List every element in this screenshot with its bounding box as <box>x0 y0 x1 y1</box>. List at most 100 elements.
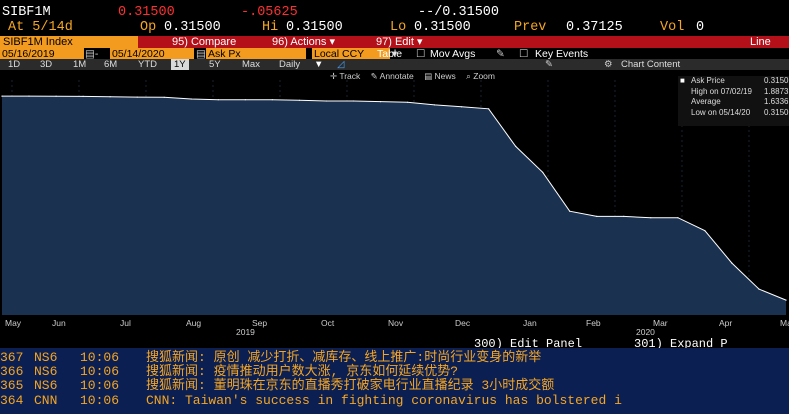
news-row[interactable]: 364 CNN 10:06 CNN: Taiwan's success in figh… <box>0 394 789 408</box>
open-label: Op <box>140 20 157 35</box>
news-source: CNN <box>34 393 58 408</box>
news-id: 365 <box>0 378 24 393</box>
data-point <box>461 106 463 108</box>
legend-row: Average 1.6336 <box>678 97 789 108</box>
legend-row: High on 07/02/19 1.8873 <box>678 87 789 98</box>
x-axis: May Jun Jul Aug Sep Oct Nov Dec Jan Feb … <box>0 314 789 338</box>
edit-icon[interactable]: ✎ <box>545 59 553 70</box>
year-label: 2019 <box>236 327 255 337</box>
zoom-tool[interactable]: Zoom <box>473 71 495 81</box>
chevron-down-icon[interactable]: ▼ <box>314 59 323 70</box>
period-5y[interactable]: 5Y <box>209 59 221 70</box>
news-time: 10:06 <box>80 350 120 365</box>
news-ticker: 367 NS6 10:06 搜狐新闻: 原创 减少打折、减库存、线上推广:时尚行业变身… <box>0 348 789 414</box>
legend-label: High on 07/02/19 <box>691 86 752 96</box>
x-tick-label: Feb <box>586 318 601 328</box>
data-point <box>325 100 327 102</box>
period-ytd[interactable]: YTD <box>138 59 157 70</box>
ticker: SIBF1M <box>2 5 51 20</box>
vol-label: Vol <box>660 20 685 35</box>
prev-value: 0.37125 <box>566 20 623 35</box>
period-bar: 1D 3D 1M 6M YTD 1Y 5Y Max Daily ▼ ◿ ✎ ⚙ … <box>0 59 789 70</box>
news-row[interactable]: 366 NS6 10:06 搜狐新闻: 疫情推动用户数大涨, 京东如何延续优势? <box>0 365 789 379</box>
data-point <box>82 95 84 97</box>
vol-value: 0 <box>696 20 705 35</box>
period-6m[interactable]: 6M <box>104 59 117 70</box>
news-source: NS6 <box>34 350 58 365</box>
price-chart[interactable]: ✛ Track ✎ Annotate ▤ News ⌕ Zoom <box>0 70 789 326</box>
data-point <box>109 96 111 98</box>
chart-svg[interactable] <box>0 70 789 326</box>
x-tick-label: Aug <box>186 318 202 328</box>
data-point <box>1 95 3 97</box>
legend-value: 1.6336 <box>764 97 789 106</box>
data-point <box>785 299 787 301</box>
security-field[interactable]: SIBF1M Index <box>0 36 138 48</box>
period-max[interactable]: Max <box>242 59 260 70</box>
news-id: 366 <box>0 364 24 379</box>
data-point <box>731 262 733 264</box>
compare-button[interactable]: 95) Compare <box>172 36 236 48</box>
line-chart-icon[interactable]: ◿ <box>337 59 344 70</box>
legend-label: Average <box>691 97 721 106</box>
data-point <box>379 101 382 103</box>
news-row[interactable]: 367 NS6 10:06 搜狐新闻: 原创 减少打折、减库存、线上推广:时尚行业变身… <box>0 351 789 365</box>
track-icon[interactable]: ✛ <box>330 71 339 81</box>
chart-content-button[interactable]: Chart Content <box>621 59 680 70</box>
period-1m[interactable]: 1M <box>73 59 86 70</box>
period-1y[interactable]: 1Y <box>171 59 189 70</box>
at-time: At 5/14d <box>8 20 73 35</box>
data-point <box>596 215 598 217</box>
low-label: Lo <box>390 20 407 35</box>
data-point <box>244 99 246 101</box>
news-icon[interactable]: ▤ <box>424 71 434 81</box>
data-point <box>515 145 517 147</box>
x-tick-label: Oct <box>321 318 335 328</box>
data-point <box>55 95 57 97</box>
news-tool[interactable]: News <box>434 71 455 81</box>
legend-value: 1.8873 <box>764 86 789 96</box>
actions-button[interactable]: 96) Actions ▾ <box>272 36 335 48</box>
period-1d[interactable]: 1D <box>8 59 20 70</box>
year-label: 2020 <box>636 327 655 337</box>
legend-row: ■ Ask Price 0.3150 <box>678 76 789 87</box>
data-point <box>352 100 354 102</box>
news-time: 10:06 <box>80 378 120 393</box>
annotate-icon[interactable]: ✎ <box>371 71 380 81</box>
x-tick-label: Nov <box>388 318 404 328</box>
data-point <box>677 217 679 219</box>
period-3d[interactable]: 3D <box>40 59 52 70</box>
bid-ask: --/0.31500 <box>418 5 500 20</box>
data-point <box>704 230 706 232</box>
news-source: NS6 <box>34 364 58 379</box>
high-label: Hi <box>262 20 279 35</box>
news-time: 10:06 <box>80 393 120 408</box>
last-price: 0.31500 <box>118 5 175 20</box>
frequency-select[interactable]: Daily <box>279 59 300 70</box>
high-value: 0.31500 <box>286 20 343 35</box>
news-headline: 搜狐新闻: 董明珠在京东的直播秀打破家电行业直播纪录 3小时成交额 <box>146 378 555 393</box>
edit-button[interactable]: 97) Edit ▾ <box>376 36 423 48</box>
line-chart-type[interactable]: Line <box>750 36 771 48</box>
gear-icon[interactable]: ⚙ <box>604 59 613 70</box>
data-point <box>136 96 138 98</box>
series-area <box>2 96 786 315</box>
net-change: -.05625 <box>241 5 298 20</box>
legend-label: Ask Price <box>691 76 725 85</box>
legend-value: 0.3150 <box>764 76 789 85</box>
data-point <box>190 98 192 100</box>
data-point <box>406 101 409 103</box>
x-tick-label: Mar <box>653 318 668 328</box>
data-point <box>758 288 760 290</box>
data-point <box>623 215 625 217</box>
legend-swatch-icon: ■ <box>680 76 685 85</box>
track-tool[interactable]: Track <box>339 71 360 81</box>
prev-label: Prev <box>514 20 547 35</box>
news-headline: 搜狐新闻: 疫情推动用户数大涨, 京东如何延续优势? <box>146 364 459 379</box>
annotate-tool[interactable]: Annotate <box>380 71 414 81</box>
x-tick-label: Apr <box>719 318 733 328</box>
legend-label: Low on 05/14/20 <box>691 107 751 117</box>
data-point <box>650 217 652 219</box>
news-row[interactable]: 365 NS6 10:06 搜狐新闻: 董明珠在京东的直播秀打破家电行业直播纪录 3小… <box>0 379 789 393</box>
data-point <box>434 104 436 106</box>
